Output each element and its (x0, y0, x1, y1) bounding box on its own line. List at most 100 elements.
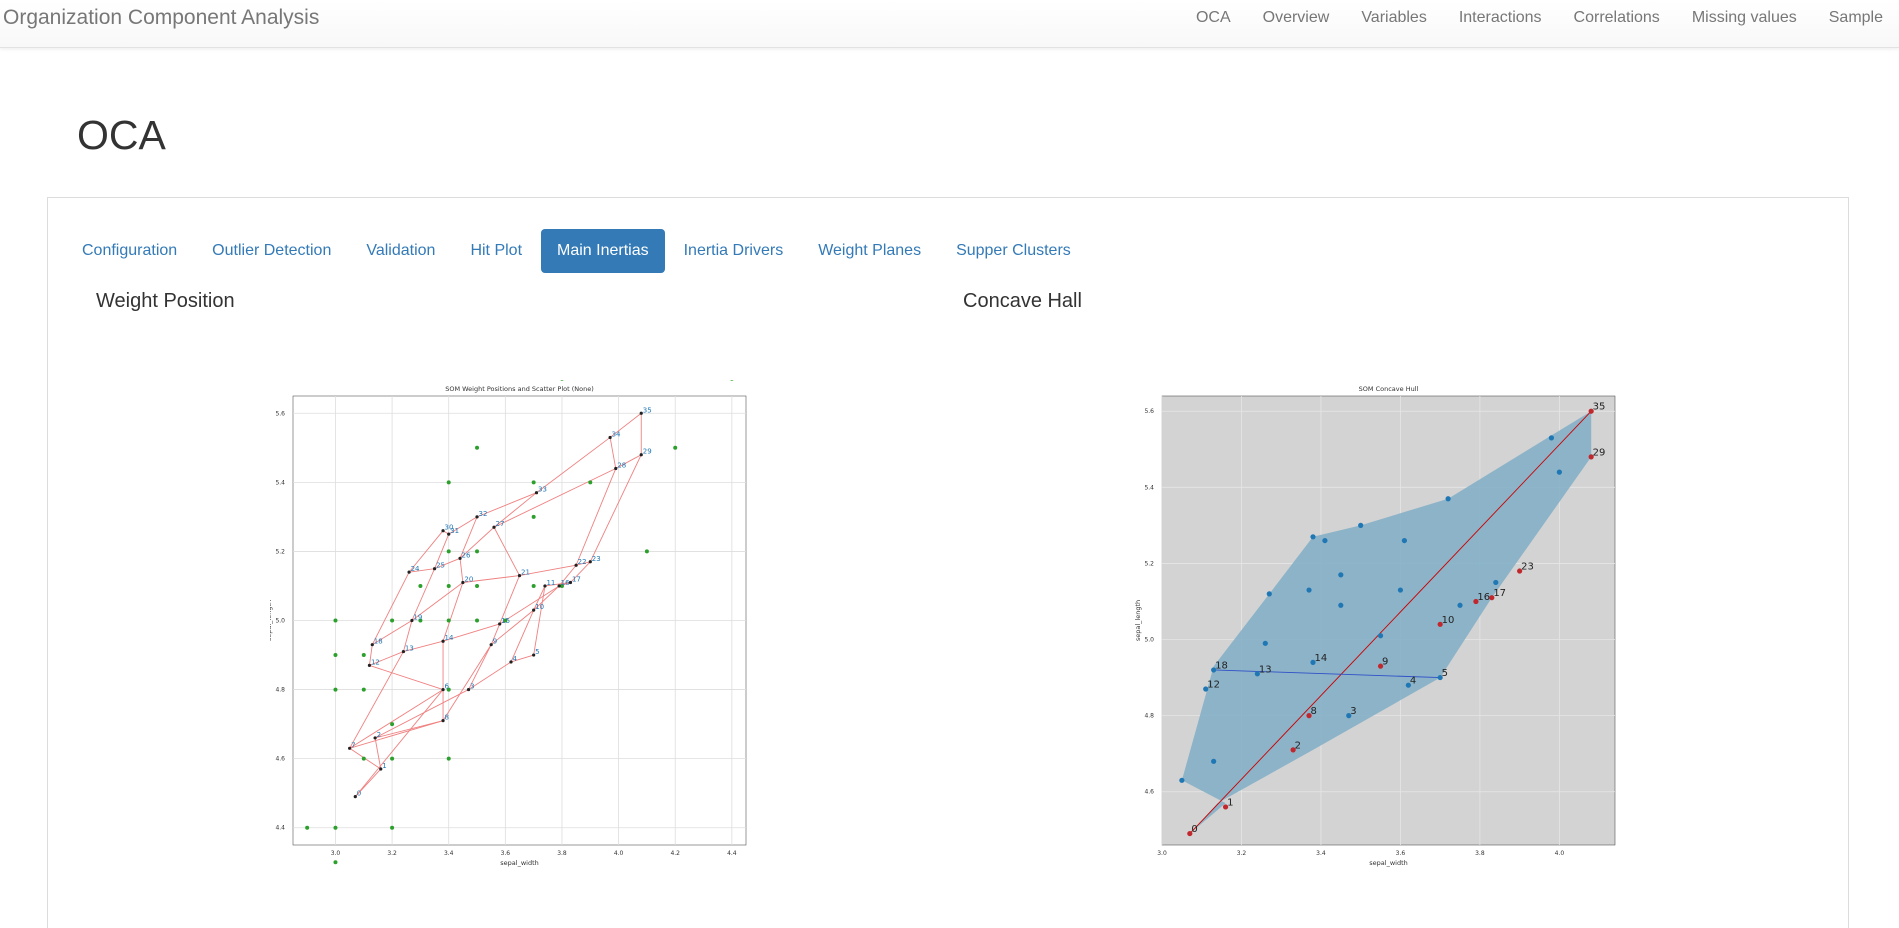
som-node-label: 10 (535, 603, 544, 611)
y-tick-label: 5.4 (1144, 484, 1154, 491)
scatter-point (333, 687, 338, 692)
scatter-point (333, 860, 338, 865)
scatter-point (361, 653, 366, 658)
tab-bar: Configuration Outlier Detection Validati… (66, 229, 1090, 273)
scatter-point (475, 445, 480, 450)
y-tick-label: 5.0 (1144, 637, 1154, 644)
tab-weight-planes[interactable]: Weight Planes (802, 229, 937, 273)
scatter-point (475, 549, 480, 554)
nav-link-oca[interactable]: OCA (1180, 0, 1247, 47)
y-tick-label: 5.0 (275, 618, 285, 625)
y-axis-label: sepal_length (270, 600, 273, 641)
scatter-point (305, 825, 310, 830)
scatter-point (333, 653, 338, 658)
som-node-label: 13 (405, 645, 414, 653)
x-tick-label: 3.0 (1157, 850, 1167, 857)
scatter-point (390, 825, 395, 830)
som-node-label: 23 (592, 555, 601, 563)
axis-point-label: 9 (1382, 657, 1388, 668)
scatter-point (361, 756, 366, 761)
som-node-label: 26 (462, 551, 471, 559)
tab-inertia-drivers[interactable]: Inertia Drivers (668, 229, 800, 273)
hull-point-label: 13 (1259, 664, 1272, 675)
som-node-label: 6 (445, 683, 450, 691)
tab-supper-clusters[interactable]: Supper Clusters (940, 229, 1087, 273)
nav-links: OCA Overview Variables Interactions Corr… (1180, 0, 1899, 47)
scatter-point (588, 480, 593, 485)
som-node-label: 20 (464, 576, 473, 584)
tab-validation[interactable]: Validation (350, 229, 451, 273)
tab-hit-plot[interactable]: Hit Plot (454, 229, 538, 273)
axis-point-label: 10 (1442, 615, 1455, 626)
som-node-label: 12 (371, 658, 380, 666)
scatter-point (390, 722, 395, 727)
brand-title[interactable]: Organization Component Analysis (3, 6, 319, 30)
y-tick-label: 4.6 (1144, 789, 1154, 796)
chart-title: SOM Weight Positions and Scatter Plot (N… (445, 385, 594, 393)
concave-hull-chart: 3.0 3.2 3.4 3.6 3.8 4.0 4.6 4.8 5.0 5.2 5.4 5.6 SOM … (1134, 385, 1616, 867)
hull-point-label: 5 (1442, 668, 1448, 679)
x-axis-label: sepal_width (500, 859, 538, 867)
tab-outlier-detection[interactable]: Outlier Detection (196, 229, 347, 273)
som-node-label: 35 (643, 406, 652, 414)
scatter-point (446, 618, 451, 623)
nav-link-variables[interactable]: Variables (1345, 0, 1443, 47)
nav-link-overview[interactable]: Overview (1247, 0, 1346, 47)
tab-main-inertias[interactable]: Main Inertias (541, 229, 665, 273)
scatter-point (673, 445, 678, 450)
hull-point (1211, 758, 1217, 764)
hull-point (1358, 522, 1364, 528)
y-tick-label: 4.8 (1144, 713, 1154, 720)
x-tick-label: 3.6 (501, 850, 511, 857)
scatter-point (560, 380, 564, 381)
chart-title: SOM Concave Hull (1359, 385, 1419, 393)
x-tick-label: 4.2 (670, 850, 680, 857)
som-node-label: 0 (357, 790, 361, 798)
scatter-point (446, 583, 451, 588)
som-node-label: 1 (382, 762, 386, 770)
hull-point (1493, 579, 1499, 586)
y-tick-label: 5.2 (1144, 560, 1154, 567)
page-title: OCA (77, 112, 166, 158)
hull-point-label: 18 (1215, 660, 1228, 671)
nav-link-sample[interactable]: Sample (1813, 0, 1899, 47)
hull-point (1322, 537, 1328, 544)
nav-link-correlations[interactable]: Correlations (1558, 0, 1676, 47)
y-tick-label: 4.4 (275, 825, 285, 832)
scatter-point (446, 756, 451, 761)
som-node-label: 11 (546, 579, 555, 587)
hull-point (1377, 633, 1384, 639)
x-tick-label: 4.0 (614, 850, 624, 857)
som-node-label: 33 (538, 486, 547, 494)
x-tick-label: 3.2 (387, 850, 397, 857)
som-node-label: 31 (450, 527, 459, 535)
nav-link-missing-values[interactable]: Missing values (1676, 0, 1813, 47)
hull-point (1338, 602, 1344, 608)
hull-point (1306, 587, 1312, 593)
axis-point-label: 16 (1477, 592, 1490, 603)
som-node-label: 34 (612, 430, 621, 438)
som-node-label: 32 (479, 510, 488, 518)
hull-point (1548, 435, 1555, 441)
hull-point-label: 3 (1350, 706, 1356, 717)
hull-point (1401, 537, 1407, 544)
som-node-label: 7 (351, 741, 355, 749)
hull-point (1397, 587, 1404, 593)
som-node-label: 2 (377, 731, 381, 739)
hull-point (1445, 496, 1451, 502)
weight-position-title: Weight Position (96, 290, 235, 312)
som-node-label: 9 (493, 638, 497, 646)
y-tick-label: 5.4 (275, 479, 285, 486)
axis-point-label: 29 (1593, 447, 1606, 458)
scatter-point (730, 380, 734, 381)
nav-link-interactions[interactable]: Interactions (1443, 0, 1558, 47)
y-axis-label: sepal_length (1134, 600, 1142, 641)
y-tick-label: 5.6 (1144, 408, 1154, 415)
som-node-label: 21 (521, 569, 530, 577)
scatter-point (333, 825, 338, 830)
hull-point (1310, 534, 1316, 540)
concave-hall-title: Concave Hall (963, 290, 1082, 312)
tab-configuration[interactable]: Configuration (66, 229, 193, 273)
som-node-label: 25 (436, 562, 445, 570)
som-node-label: 16 (561, 579, 570, 587)
